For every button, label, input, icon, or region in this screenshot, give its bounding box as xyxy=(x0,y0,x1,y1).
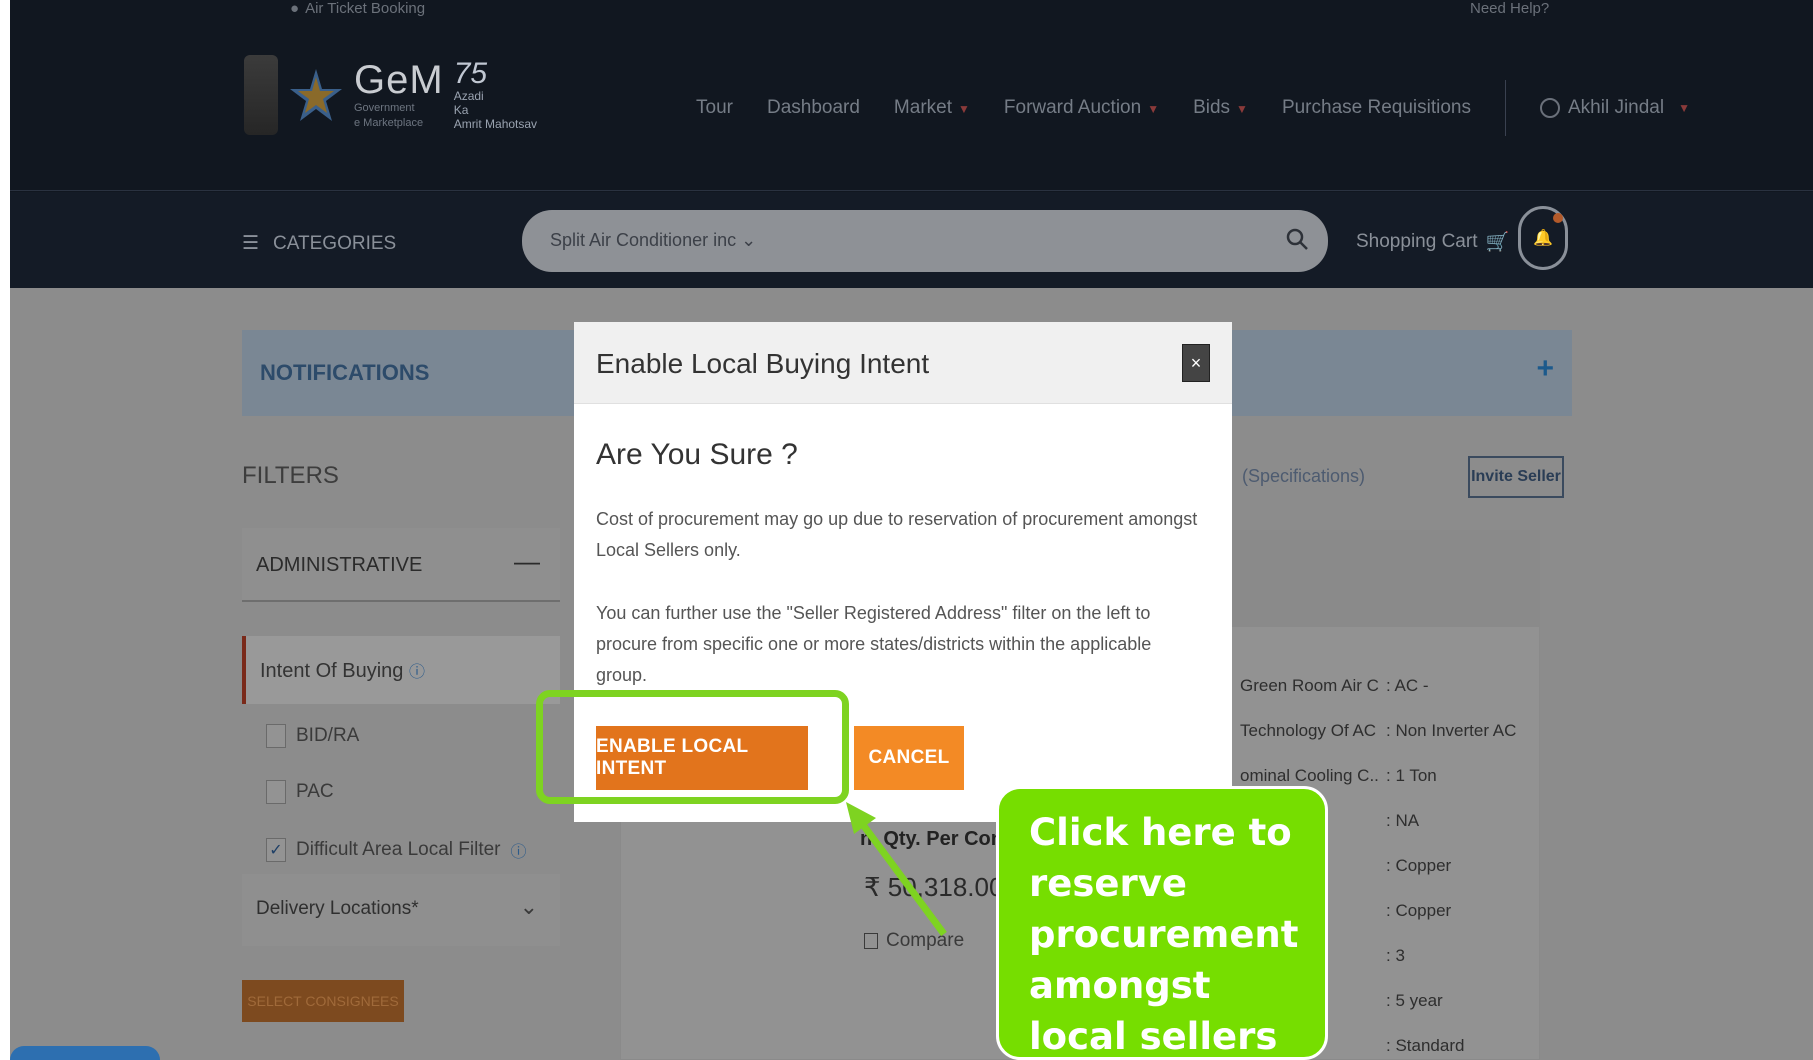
nav-dashboard[interactable]: Dashboard xyxy=(767,97,860,119)
caret-down-icon: ▼ xyxy=(1678,101,1690,115)
filters-heading: FILTERS xyxy=(242,462,339,489)
gem-wordmark: GeM xyxy=(354,58,444,102)
notification-bell-button[interactable]: 🔔 xyxy=(1518,206,1568,270)
checkbox-checked[interactable]: ✓ xyxy=(266,838,286,862)
modal-info-text: You can further use the "Seller Register… xyxy=(596,603,1152,685)
caret-down-icon: ▼ xyxy=(1147,102,1160,116)
close-button[interactable]: × xyxy=(1182,344,1210,382)
info-icon[interactable]: ⓘ xyxy=(409,664,425,681)
info-icon[interactable]: ⓘ xyxy=(511,838,527,862)
gem-star-icon xyxy=(290,69,342,121)
administrative-section[interactable]: ADMINISTRATIVE — xyxy=(242,528,560,602)
main-nav: Tour Dashboard Market ▼ Forward Auction ▼ … xyxy=(696,80,1690,136)
spec-row: Green Room Air C...: AC - xyxy=(1240,676,1429,695)
caret-down-icon: ▼ xyxy=(1236,102,1248,116)
collapse-minus-icon[interactable]: — xyxy=(514,546,540,577)
min-qty-label: n. Qty. Per Cons xyxy=(860,828,1015,850)
gem-subtitle-1: Government xyxy=(354,102,415,114)
national-emblem-icon xyxy=(244,55,278,135)
specifications-link[interactable]: (Specifications) xyxy=(1242,466,1365,487)
cancel-button[interactable]: CANCEL xyxy=(854,726,964,790)
shopping-cart-link[interactable]: Shopping Cart 🛒 xyxy=(1356,230,1509,254)
nav-bids[interactable]: Bids ▼ xyxy=(1193,97,1248,119)
azadi-logo: 75 Azadi Ka Amrit Mahotsav xyxy=(453,57,538,132)
bell-icon: 🔔 xyxy=(1533,230,1553,247)
user-icon xyxy=(1539,98,1560,118)
callout-annotation: Click here to reserve procurement amongs… xyxy=(996,786,1328,1060)
modal-warning-text: Cost of procurement may go up due to res… xyxy=(596,509,1198,560)
select-consignees-button[interactable]: SELECT CONSIGNEES xyxy=(242,980,404,1022)
modal-question: Are You Sure ? xyxy=(596,438,798,471)
enable-button-highlight xyxy=(536,690,849,804)
expand-plus-icon[interactable]: + xyxy=(1536,352,1554,386)
nav-purchase-requisitions[interactable]: Purchase Requisitions xyxy=(1282,97,1471,119)
search-input[interactable]: Split Air Conditioner inc ⌄ xyxy=(522,210,1328,272)
header-divider xyxy=(10,190,1813,191)
utility-link-air-ticket[interactable]: ● Air Ticket Booking xyxy=(290,0,425,17)
checkbox-difficult-area-local-filter[interactable]: ✓ Difficult Area Local Filter ⓘ xyxy=(266,838,527,862)
top-header: ● Air Ticket Booking Need Help? GeM Gove… xyxy=(10,0,1813,192)
spec-row: Technology Of AC: Non Inverter AC xyxy=(1240,721,1517,740)
caret-down-icon: ▼ xyxy=(958,102,970,116)
search-icon[interactable] xyxy=(1284,226,1310,252)
search-category-select[interactable]: Split Air Conditioner inc ⌄ xyxy=(550,230,756,251)
nav-market[interactable]: Market ▼ xyxy=(894,97,970,119)
checkbox[interactable] xyxy=(266,780,286,804)
brand-logo[interactable]: GeM Government e Marketplace 75 Azadi Ka… xyxy=(244,55,537,135)
modal-title: Enable Local Buying Intent xyxy=(596,348,930,379)
categories-menu[interactable]: ☰ CATEGORIES xyxy=(242,232,396,255)
plane-icon: ● xyxy=(290,0,300,17)
modal-header: Enable Local Buying Intent × xyxy=(574,322,1232,404)
chat-widget-button[interactable] xyxy=(10,1046,160,1060)
checkbox[interactable] xyxy=(864,933,878,949)
invite-seller-button[interactable]: Invite Seller xyxy=(1468,456,1564,498)
nav-divider xyxy=(1504,80,1506,136)
product-price: ₹ 50,318.00 xyxy=(864,872,1004,902)
cart-icon: 🛒 xyxy=(1485,232,1510,253)
compare-checkbox[interactable]: Compare xyxy=(864,930,964,952)
checkbox[interactable] xyxy=(266,724,286,748)
delivery-locations-dropdown[interactable]: Delivery Locations* ⌄ xyxy=(242,874,560,946)
gem-subtitle-2: e Marketplace xyxy=(354,117,424,129)
checkbox-pac[interactable]: PAC xyxy=(266,780,334,804)
notification-dot xyxy=(1553,213,1563,223)
chevron-down-icon: ⌄ xyxy=(519,894,538,919)
checkbox-bid-ra[interactable]: BID/RA xyxy=(266,724,359,748)
nav-tour[interactable]: Tour xyxy=(696,97,733,119)
need-help-link[interactable]: Need Help? xyxy=(1470,0,1549,17)
hamburger-icon: ☰ xyxy=(242,233,260,254)
user-menu[interactable]: Akhil Jindal ▼ xyxy=(1539,97,1690,119)
filter-sidebar: ADMINISTRATIVE — Intent Of Buying ⓘ BID/… xyxy=(242,528,560,1060)
intent-of-buying-header[interactable]: Intent Of Buying ⓘ xyxy=(242,636,560,704)
nav-forward-auction[interactable]: Forward Auction ▼ xyxy=(1004,97,1159,119)
